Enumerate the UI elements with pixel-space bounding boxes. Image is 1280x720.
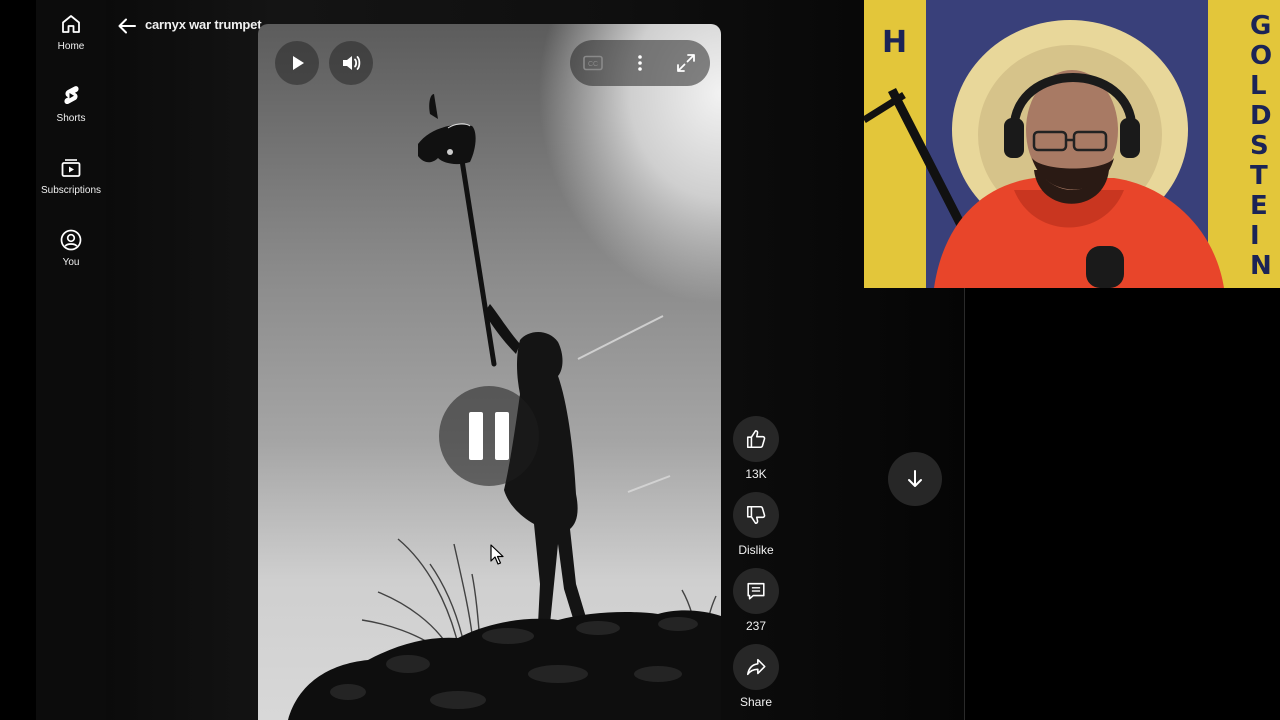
next-short-button[interactable] xyxy=(888,452,942,506)
like-button[interactable] xyxy=(733,416,779,462)
video-frame xyxy=(288,94,721,720)
more-options-button[interactable] xyxy=(628,51,652,75)
sidebar-item-label: Home xyxy=(57,41,85,52)
shorts-icon xyxy=(64,86,79,105)
banner-letter: H xyxy=(882,25,907,60)
home-icon xyxy=(62,15,80,33)
arrow-down-icon xyxy=(908,470,922,487)
search-query-title: carnyx war trumpet xyxy=(145,17,262,32)
dislike-action: Dislike xyxy=(730,492,782,557)
mouse-cursor-icon xyxy=(490,544,504,565)
sidebar-item-you[interactable]: You xyxy=(36,228,106,268)
share-icon xyxy=(746,658,766,676)
volume-button[interactable] xyxy=(329,41,373,85)
cc-icon: CC xyxy=(583,55,603,71)
sidebar: Home Shorts Subscriptions You xyxy=(36,0,106,720)
sidebar-item-subscriptions[interactable]: Subscriptions xyxy=(36,156,106,196)
like-count: 13K xyxy=(745,467,767,481)
volume-icon xyxy=(343,56,361,70)
play-button[interactable] xyxy=(275,41,319,85)
like-action: 13K xyxy=(730,416,782,481)
banner-letter: I xyxy=(1250,221,1260,251)
fullscreen-icon xyxy=(677,54,695,72)
sidebar-item-label: You xyxy=(62,257,80,268)
dislike-label: Dislike xyxy=(738,543,774,557)
thumb-down-icon xyxy=(746,505,766,525)
banner-letter: N xyxy=(1250,251,1272,281)
sidebar-item-home[interactable]: Home xyxy=(36,12,106,52)
sidebar-item-shorts[interactable]: Shorts xyxy=(36,84,106,124)
sidebar-item-label: Shorts xyxy=(56,113,86,124)
webcam-image: H GOLDSTEIN xyxy=(864,0,1280,288)
banner-letter: G xyxy=(1250,11,1271,41)
account-icon xyxy=(60,229,82,251)
banner-letter: O xyxy=(1250,41,1272,71)
player-settings-group: CC xyxy=(570,40,710,86)
fullscreen-button[interactable] xyxy=(674,51,698,75)
banner-letter: S xyxy=(1250,131,1269,161)
sidebar-item-label: Subscriptions xyxy=(40,185,102,196)
back-button[interactable] xyxy=(114,13,140,39)
captions-button[interactable]: CC xyxy=(581,51,605,75)
divider xyxy=(964,288,965,720)
comments-count: 237 xyxy=(745,619,767,633)
banner-letter: L xyxy=(1250,71,1267,101)
subscriptions-icon xyxy=(61,159,81,177)
shorts-video-player[interactable]: CC xyxy=(258,24,721,720)
banner-letter: E xyxy=(1250,191,1268,221)
more-vert-icon xyxy=(638,55,642,71)
pause-icon xyxy=(469,412,509,460)
share-label: Share xyxy=(739,695,773,709)
banner-letter: D xyxy=(1250,101,1272,131)
pause-overlay-button[interactable] xyxy=(439,386,539,486)
thumb-up-icon xyxy=(746,429,766,449)
webcam-overlay: H GOLDSTEIN xyxy=(864,0,1280,288)
play-icon xyxy=(293,56,304,70)
comments-button[interactable] xyxy=(733,568,779,614)
svg-text:CC: CC xyxy=(588,61,598,68)
share-button[interactable] xyxy=(733,644,779,690)
comment-icon xyxy=(747,582,765,600)
share-action: Share xyxy=(730,644,782,709)
banner-letter: T xyxy=(1250,161,1268,191)
arrow-left-icon xyxy=(118,18,136,34)
dislike-button[interactable] xyxy=(733,492,779,538)
comments-action: 237 xyxy=(730,568,782,633)
